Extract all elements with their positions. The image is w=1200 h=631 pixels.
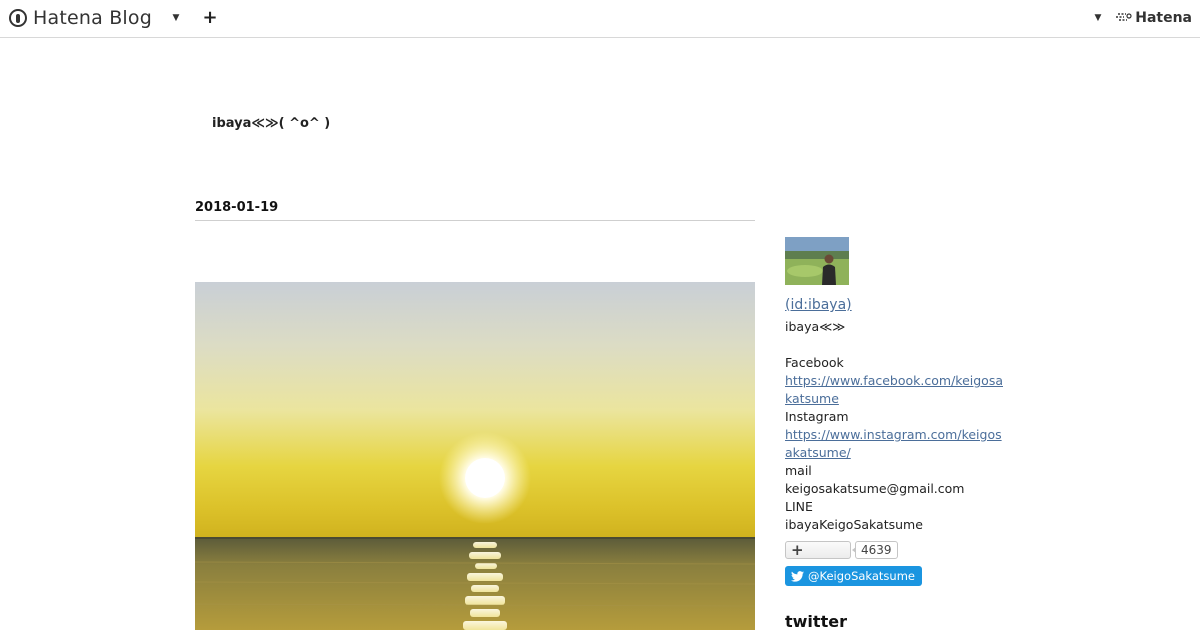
follow-button[interactable]: + — [785, 541, 851, 559]
follow-widget: + 4639 — [785, 541, 1015, 559]
twitter-section-heading: twitter — [785, 612, 847, 631]
hatena-blog-logo[interactable]: Hatena Blog — [9, 6, 152, 30]
twitter-follow-label: @KeigoSakatsume — [808, 569, 915, 583]
follow-plus-icon: + — [791, 541, 804, 559]
line-value: ibayaKeigoSakatsume — [785, 517, 923, 532]
mail-value: keigosakatsume@gmail.com — [785, 481, 965, 496]
entry-photo-sunset — [195, 282, 755, 630]
hatena-blog-logo-icon — [9, 9, 27, 27]
profile-id-link[interactable]: (id:ibaya) — [785, 297, 1015, 313]
twitter-follow-button[interactable]: @KeigoSakatsume — [785, 566, 922, 586]
global-header: Hatena Blog ▼ + ▼ Hatena — [0, 0, 1200, 38]
instagram-label: Instagram — [785, 409, 849, 424]
hatena-brand-icon — [1116, 13, 1132, 21]
hatena-brand-text: Hatena — [1135, 10, 1192, 26]
profile-avatar[interactable] — [785, 237, 849, 285]
mail-label: mail — [785, 463, 812, 478]
instagram-link[interactable]: https://www.instagram.com/keigosakatsume… — [785, 426, 1003, 462]
logo-text: Hatena Blog — [33, 7, 152, 29]
entry-date[interactable]: 2018-01-19 — [195, 200, 755, 221]
twitter-bird-icon — [791, 570, 804, 582]
sidebar-profile: (id:ibaya) ibaya≪≫ Facebook https://www.… — [785, 237, 1015, 631]
hatena-brand-link[interactable]: Hatena — [1116, 10, 1192, 26]
blog-title[interactable]: ibaya≪≫( ^o^ ) — [212, 116, 330, 131]
blog-menu-chevron-down-icon[interactable]: ▼ — [168, 9, 184, 27]
line-label: LINE — [785, 499, 813, 514]
new-post-plus-icon[interactable]: + — [201, 7, 219, 28]
profile-description: ibaya≪≫ — [785, 319, 846, 334]
facebook-link[interactable]: https://www.facebook.com/keigosakatsume — [785, 372, 1003, 408]
facebook-label: Facebook — [785, 355, 844, 370]
account-menu-chevron-down-icon[interactable]: ▼ — [1090, 9, 1106, 27]
follower-count: 4639 — [852, 541, 898, 559]
